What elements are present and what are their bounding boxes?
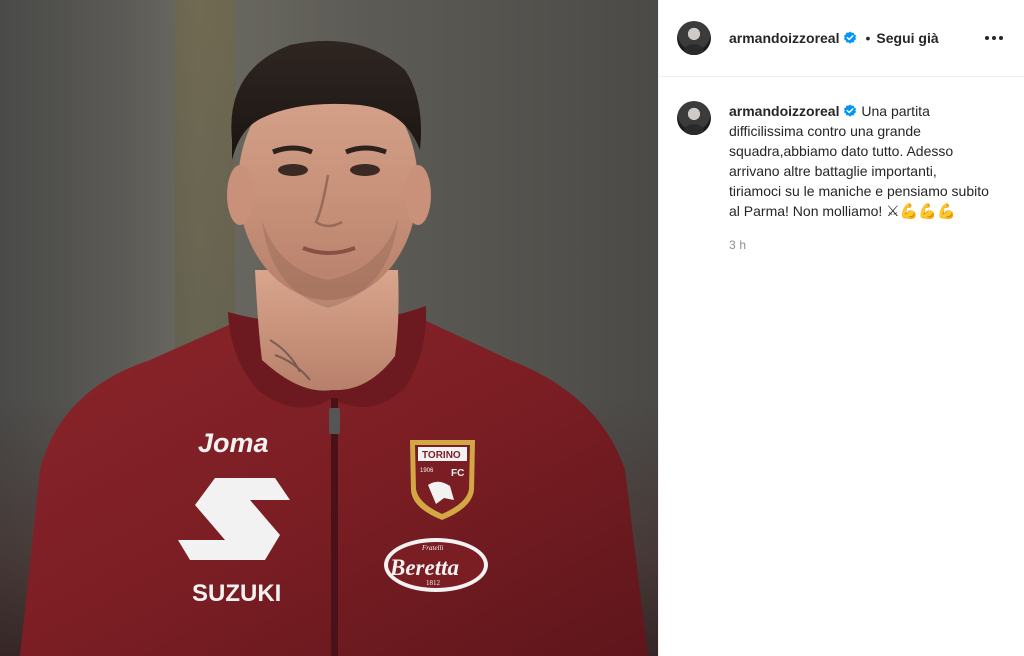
verified-badge-icon [843, 31, 857, 45]
svg-text:1906: 1906 [420, 468, 434, 474]
post-header: armandoizzoreal • Segui già [659, 0, 1024, 77]
caption-verified-badge-icon [843, 104, 857, 118]
svg-text:Fratelli: Fratelli [421, 544, 443, 552]
post-image[interactable]: Joma SUZUKI TORINO 1906 FC Fratelli Bere… [0, 0, 658, 656]
follow-status-button[interactable]: Segui già [876, 30, 938, 46]
more-options-icon[interactable] [982, 26, 1006, 50]
post-sidebar: armandoizzoreal • Segui già armandoizzor… [658, 0, 1024, 656]
jersey-suzuki-text: SUZUKI [192, 580, 281, 607]
author-avatar[interactable] [677, 21, 711, 55]
caption-row: armandoizzoreal Una partita difficilissi… [659, 77, 1024, 255]
svg-text:FC: FC [451, 468, 464, 479]
svg-text:TORINO: TORINO [422, 450, 461, 461]
author-username[interactable]: armandoizzoreal [729, 30, 839, 46]
caption-body: armandoizzoreal Una partita difficilissi… [729, 101, 989, 255]
caption-emojis: ⚔💪💪💪 [886, 202, 956, 220]
instagram-post: Joma SUZUKI TORINO 1906 FC Fratelli Bere… [0, 0, 1024, 656]
player-photo: Joma SUZUKI TORINO 1906 FC Fratelli Bere… [20, 40, 648, 656]
svg-text:1812: 1812 [426, 579, 441, 587]
svg-text:Beretta: Beretta [389, 555, 459, 580]
caption-author-username[interactable]: armandoizzoreal [729, 103, 839, 119]
jersey-joma-logo: Joma [198, 428, 269, 458]
caption-author-avatar[interactable] [677, 101, 711, 135]
post-timestamp[interactable]: 3 h [729, 235, 989, 255]
header-separator: • [865, 30, 871, 46]
